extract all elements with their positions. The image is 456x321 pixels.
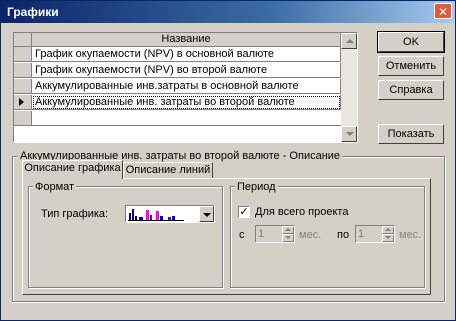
scroll-down-button[interactable] xyxy=(341,126,357,142)
close-button[interactable]: ✕ xyxy=(434,3,452,19)
from-unit-label: мес. xyxy=(299,229,322,241)
grid-header: Название xyxy=(14,33,341,47)
charts-grid[interactable]: Название График окупаемости (NPV) в осно… xyxy=(13,32,358,143)
period-group-label: Период xyxy=(235,181,278,193)
tab-chart-description[interactable]: Описание графика xyxy=(22,160,123,179)
dropdown-button[interactable] xyxy=(199,206,214,222)
table-row[interactable]: График окупаемости (NPV) в основной валю… xyxy=(14,47,341,62)
from-month-value: 1 xyxy=(258,228,265,240)
grid-vertical-scrollbar[interactable] xyxy=(341,33,357,142)
from-month-stepper[interactable]: 1 xyxy=(255,225,295,243)
stepper-down-button[interactable] xyxy=(282,234,294,242)
ok-button[interactable]: OK xyxy=(377,31,445,53)
stepper-down-button[interactable] xyxy=(382,234,394,242)
whole-project-checkbox[interactable]: ✓ xyxy=(238,206,250,218)
column-header-name[interactable]: Название xyxy=(32,33,341,47)
chart-type-select[interactable] xyxy=(125,205,215,223)
table-cell[interactable]: График окупаемости (NPV) в основной валю… xyxy=(32,47,341,62)
help-button[interactable]: Справка xyxy=(378,80,444,100)
bar-chart-icon xyxy=(128,209,184,221)
close-icon: ✕ xyxy=(437,5,449,19)
format-group xyxy=(28,186,223,288)
to-label: по xyxy=(337,229,350,241)
row-indicator xyxy=(14,95,32,110)
table-row-empty[interactable] xyxy=(14,111,341,126)
show-button[interactable]: Показать xyxy=(378,124,444,144)
row-indicator xyxy=(14,79,32,94)
table-cell[interactable]: График окупаемости (NPV) во второй валют… xyxy=(32,63,341,78)
to-unit-label: мес. xyxy=(399,229,422,241)
graphs-dialog: Графики ✕ Название График окупаемости (N… xyxy=(0,0,456,321)
row-indicator xyxy=(14,47,32,62)
title-bar[interactable]: Графики ✕ xyxy=(1,1,455,23)
row-indicator xyxy=(14,111,32,126)
scroll-up-icon xyxy=(346,39,354,43)
to-month-stepper[interactable]: 1 xyxy=(355,225,395,243)
stepper-up-button[interactable] xyxy=(282,226,294,234)
check-icon: ✓ xyxy=(239,206,249,218)
tab-lines-description[interactable]: Описание линий xyxy=(123,162,213,179)
table-cell[interactable]: Аккумулированные инв.затраты в основной … xyxy=(32,79,341,94)
row-indicator xyxy=(14,63,32,78)
cancel-button[interactable]: Отменить xyxy=(378,56,444,76)
table-cell[interactable]: Аккумулированные инв. затраты во второй … xyxy=(32,95,341,110)
row-indicator-header xyxy=(14,33,32,47)
chevron-down-icon xyxy=(203,213,211,217)
scroll-down-icon xyxy=(346,132,354,136)
current-row-arrow-icon xyxy=(19,98,24,106)
table-row-selected[interactable]: Аккумулированные инв. затраты во второй … xyxy=(14,95,341,110)
table-row[interactable]: График окупаемости (NPV) во второй валют… xyxy=(14,63,341,78)
table-row[interactable]: Аккумулированные инв.затраты в основной … xyxy=(14,79,341,94)
stepper-up-button[interactable] xyxy=(382,226,394,234)
whole-project-label[interactable]: Для всего проекта xyxy=(255,206,348,218)
from-label: с xyxy=(239,229,245,241)
scroll-up-button[interactable] xyxy=(341,33,357,49)
table-cell[interactable] xyxy=(32,111,341,126)
chart-type-label: Тип графика: xyxy=(41,208,109,220)
format-group-label: Формат xyxy=(33,181,77,193)
to-month-value: 1 xyxy=(358,228,365,240)
window-title: Графики xyxy=(7,5,59,19)
